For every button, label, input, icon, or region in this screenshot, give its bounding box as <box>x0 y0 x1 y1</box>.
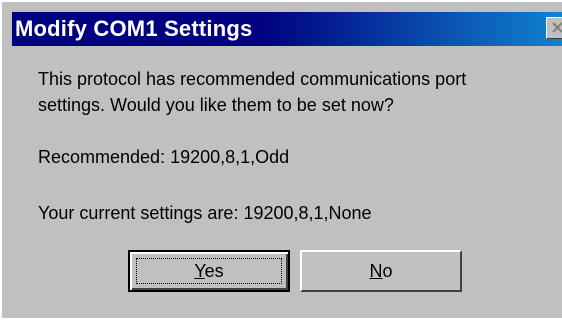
no-button[interactable]: No <box>300 250 462 292</box>
no-label-rest: o <box>382 261 393 281</box>
dialog-window: Modify COM1 Settings This protocol has r… <box>0 0 562 318</box>
yes-button[interactable]: Yes <box>128 250 290 292</box>
message-line-2: settings. Would you like them to be set … <box>38 95 394 115</box>
recommended-settings: Recommended: 19200,8,1,Odd <box>38 147 290 167</box>
yes-mnemonic: Y <box>194 261 205 281</box>
dialog-content: This protocol has recommended communicat… <box>2 2 562 320</box>
no-mnemonic: N <box>369 261 383 281</box>
message-line-1: This protocol has recommended communicat… <box>38 69 467 89</box>
focus-rectangle: Yes <box>136 258 282 284</box>
yes-label-rest: es <box>204 261 224 281</box>
current-settings: Your current settings are: 19200,8,1,Non… <box>38 203 372 223</box>
